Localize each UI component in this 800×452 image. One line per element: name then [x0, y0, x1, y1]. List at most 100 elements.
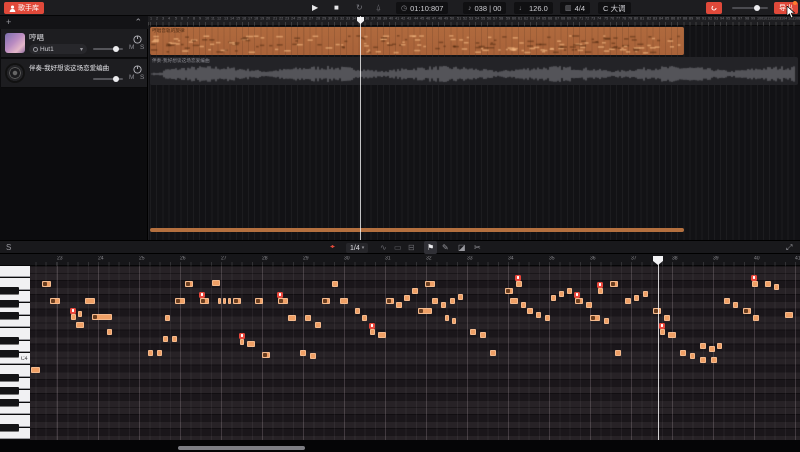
time-signature-display[interactable]: ▥ 4/4	[560, 2, 590, 14]
midi-note[interactable]	[604, 318, 609, 324]
arrangement-playhead[interactable]	[360, 16, 361, 240]
midi-note[interactable]	[559, 291, 564, 297]
midi-note[interactable]	[157, 350, 162, 356]
split-view-icon[interactable]: ⊟	[408, 241, 415, 254]
midi-note[interactable]	[200, 298, 209, 304]
midi-note[interactable]	[31, 367, 40, 373]
midi-note[interactable]	[450, 298, 455, 304]
midi-note[interactable]	[412, 288, 418, 294]
slider-knob[interactable]	[113, 46, 119, 52]
midi-note[interactable]	[625, 298, 631, 304]
midi-note[interactable]	[733, 302, 738, 308]
midi-note[interactable]	[278, 298, 288, 304]
piano-black-key[interactable]	[0, 399, 19, 406]
midi-note[interactable]	[355, 308, 360, 314]
note-flag-marker[interactable]	[70, 308, 76, 314]
midi-note[interactable]	[545, 315, 550, 321]
midi-note[interactable]	[516, 281, 522, 287]
midi-note[interactable]	[527, 308, 533, 314]
midi-note[interactable]	[163, 336, 168, 342]
midi-note[interactable]	[185, 281, 193, 287]
midi-note[interactable]	[521, 302, 526, 308]
bpm-display[interactable]: ♩ 126.0	[514, 2, 553, 14]
midi-note[interactable]	[785, 312, 793, 318]
piano-black-key[interactable]	[0, 337, 19, 344]
vocal-midi-region[interactable]: 哼唱音轨的旋律	[150, 27, 684, 55]
midi-note[interactable]	[432, 298, 438, 304]
midi-note[interactable]	[774, 284, 779, 290]
note-flag-marker[interactable]	[574, 292, 580, 298]
midi-note[interactable]	[643, 291, 648, 297]
track-volume-slider[interactable]	[93, 48, 123, 50]
mute-button[interactable]: M	[129, 44, 134, 51]
piano-key-C5[interactable]	[0, 266, 30, 277]
collapse-panel-icon[interactable]: ⌃	[134, 16, 142, 29]
vocal-avatar[interactable]	[5, 33, 25, 53]
midi-note[interactable]	[653, 308, 661, 314]
midi-note[interactable]	[711, 357, 717, 363]
midi-note[interactable]	[664, 315, 670, 321]
midi-note[interactable]	[332, 281, 338, 287]
midi-note[interactable]	[567, 288, 572, 294]
piano-black-key[interactable]	[0, 312, 19, 319]
piano-roll-playhead[interactable]	[658, 264, 659, 440]
midi-note[interactable]	[536, 312, 541, 318]
metronome-icon[interactable]: ⍙	[376, 1, 381, 15]
piano-black-key[interactable]	[0, 374, 19, 381]
midi-note[interactable]	[247, 341, 255, 347]
piano-black-key[interactable]	[0, 424, 19, 431]
piano-black-key[interactable]	[0, 287, 19, 294]
midi-note[interactable]	[717, 343, 722, 349]
arrangement-area[interactable]: 1234567891011121314151617181920212223242…	[148, 16, 800, 240]
midi-note[interactable]	[71, 314, 76, 320]
midi-note[interactable]	[107, 329, 112, 335]
midi-note[interactable]	[668, 332, 676, 338]
arrangement-ruler[interactable]: 1234567891011121314151617181920212223242…	[148, 16, 800, 26]
midi-note[interactable]	[598, 288, 603, 294]
midi-note[interactable]	[743, 308, 751, 314]
midi-note[interactable]	[42, 281, 51, 287]
note-flag-marker[interactable]	[751, 275, 757, 281]
midi-note[interactable]	[233, 298, 241, 304]
midi-note[interactable]	[223, 298, 226, 304]
midi-note[interactable]	[148, 350, 153, 356]
midi-note[interactable]	[660, 329, 665, 335]
midi-note[interactable]	[300, 350, 306, 356]
arrangement-scrollbar[interactable]	[150, 228, 684, 232]
midi-note[interactable]	[441, 302, 446, 308]
scale-button[interactable]: S	[6, 241, 11, 254]
midi-note[interactable]	[370, 329, 375, 335]
midi-note[interactable]	[212, 280, 220, 286]
midi-note[interactable]	[288, 315, 296, 321]
midi-note[interactable]	[610, 281, 618, 287]
midi-note[interactable]	[551, 295, 556, 301]
loop-icon[interactable]: ↻	[356, 1, 363, 15]
midi-note[interactable]	[510, 298, 518, 304]
midi-note[interactable]	[305, 315, 311, 321]
expand-icon[interactable]: ⤢	[786, 241, 792, 254]
midi-note[interactable]	[76, 322, 84, 328]
slider-knob[interactable]	[113, 76, 119, 82]
midi-note[interactable]	[50, 298, 60, 304]
voice-preset-dropdown[interactable]: Hut1 ▾	[29, 44, 87, 54]
midi-note[interactable]	[404, 295, 410, 301]
midi-note[interactable]	[765, 281, 771, 287]
stop-button[interactable]: ■	[334, 1, 339, 15]
midi-note[interactable]	[505, 288, 513, 294]
midi-note[interactable]	[575, 298, 583, 304]
piano-black-key[interactable]	[0, 350, 19, 357]
midi-note[interactable]	[378, 332, 386, 338]
midi-note[interactable]	[340, 298, 348, 304]
track-row-vocal[interactable]: 哼唱 Hut1 ▾ M S	[1, 29, 147, 58]
midi-note[interactable]	[709, 346, 715, 352]
note-flag-marker[interactable]	[277, 292, 283, 298]
midi-note[interactable]	[262, 352, 270, 358]
midi-note[interactable]	[165, 315, 170, 321]
midi-note[interactable]	[470, 329, 476, 335]
grid-division-dropdown[interactable]: 1/4 ▾	[346, 243, 368, 253]
key-display[interactable]: C 大调	[598, 2, 631, 14]
marquee-select-icon[interactable]: ▭	[394, 241, 402, 254]
midi-note[interactable]	[218, 298, 221, 304]
solo-button[interactable]: S	[140, 74, 144, 81]
midi-note[interactable]	[690, 353, 695, 359]
